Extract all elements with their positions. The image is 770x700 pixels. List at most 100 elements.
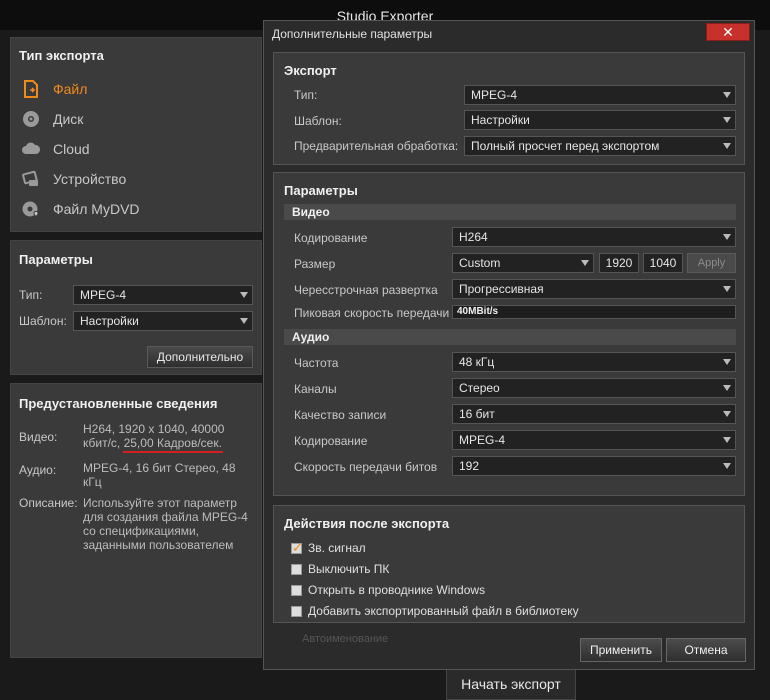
chevron-down-icon	[723, 117, 731, 123]
description-line2: для создания файла MPEG-4	[83, 510, 248, 524]
start-export-button[interactable]: Начать экспорт	[446, 668, 576, 700]
audio-label: Аудио:	[19, 463, 57, 477]
size-select[interactable]: Custom	[452, 253, 594, 273]
type-select[interactable]: MPEG-4	[73, 285, 253, 305]
export-type-panel: Тип экспорта Файл Диск Cloud Устройство …	[10, 37, 262, 232]
bitrate-select[interactable]: 192	[452, 456, 736, 476]
red-underline	[123, 451, 223, 453]
export-type-disc[interactable]: Диск	[21, 108, 83, 130]
export-type-file-label: Файл	[53, 81, 88, 97]
parameters-section: Параметры Видео Кодирование H264 Размер …	[273, 172, 745, 496]
params-panel: Параметры Тип: MPEG-4 Шаблон: Настройки …	[10, 240, 262, 375]
audio-encoding-label: Кодирование	[294, 434, 368, 448]
frequency-label: Частота	[294, 356, 339, 370]
quality-select[interactable]: 16 бит	[452, 404, 736, 424]
type-label: Тип:	[19, 288, 43, 302]
add-to-library-checkbox[interactable]	[291, 606, 302, 617]
dlg-type-value: MPEG-4	[471, 88, 518, 102]
frequency-value: 48 кГц	[459, 355, 495, 369]
encoding-label: Кодирование	[294, 231, 368, 245]
shutdown-label: Выключить ПК	[308, 562, 390, 576]
chevron-down-icon	[723, 385, 731, 391]
device-icon	[21, 169, 41, 189]
size-label: Размер	[294, 257, 336, 271]
video-subheader: Видео	[284, 204, 736, 220]
chevron-down-icon	[723, 437, 731, 443]
params-title: Параметры	[19, 252, 93, 267]
width-input[interactable]: 1920	[599, 253, 639, 273]
description-line1: Используйте этот параметр	[83, 496, 237, 510]
interlace-label: Чересстрочная развертка	[294, 283, 438, 297]
beep-label: Зв. сигнал	[308, 541, 366, 555]
dlg-type-select[interactable]: MPEG-4	[464, 85, 736, 105]
preprocess-select[interactable]: Полный просчет перед экспортом	[464, 136, 736, 156]
interlace-select[interactable]: Прогрессивная	[452, 279, 736, 299]
bitrate-value: 192	[459, 459, 480, 473]
chevron-down-icon	[723, 411, 731, 417]
encoding-select[interactable]: H264	[452, 227, 736, 247]
export-type-mydvd[interactable]: Файл MyDVD	[21, 198, 140, 220]
export-type-device[interactable]: Устройство	[21, 168, 126, 190]
export-type-cloud[interactable]: Cloud	[21, 138, 90, 160]
height-input[interactable]: 1040	[643, 253, 683, 273]
video-label: Видео:	[19, 430, 58, 444]
export-type-title: Тип экспорта	[19, 48, 104, 63]
peak-bitrate-label: Пиковая скорость передачи	[294, 306, 450, 320]
description-line3: со спецификациями,	[83, 524, 200, 538]
channels-value: Стерео	[459, 381, 500, 395]
apply-size-button[interactable]: Apply	[687, 253, 736, 273]
file-icon	[21, 79, 41, 99]
close-icon: ✕	[722, 24, 734, 40]
auto-naming-ghost-text: Автоименование	[302, 633, 389, 645]
audio-encoding-value: MPEG-4	[459, 433, 506, 447]
template-select[interactable]: Настройки	[73, 311, 253, 331]
type-select-value: MPEG-4	[80, 288, 127, 302]
bitrate-label: Скорость передачи битов	[294, 460, 438, 474]
video-info-line2: кбит/с, 25,00 Кадров/сек.	[83, 436, 222, 450]
peak-bitrate-slider[interactable]: 40MBit/s	[452, 305, 736, 319]
description-line4: заданными пользователем	[83, 538, 234, 552]
post-export-section: Действия после экспорта Зв. сигнал Выклю…	[273, 505, 745, 623]
frequency-select[interactable]: 48 кГц	[452, 352, 736, 372]
quality-label: Качество записи	[294, 408, 387, 422]
channels-select[interactable]: Стерео	[452, 378, 736, 398]
dlg-template-select[interactable]: Настройки	[464, 110, 736, 130]
preprocess-value: Полный просчет перед экспортом	[471, 139, 660, 153]
chevron-down-icon	[723, 92, 731, 98]
size-value: Custom	[459, 256, 501, 270]
chevron-down-icon	[723, 286, 731, 292]
audio-info-line2: кГц	[83, 475, 102, 489]
chevron-down-icon	[240, 292, 248, 298]
dialog-title: Дополнительные параметры	[264, 21, 754, 47]
audio-info-line1: MPEG-4, 16 бит Стерео, 48	[83, 461, 236, 475]
open-explorer-checkbox[interactable]	[291, 585, 302, 596]
export-type-disc-label: Диск	[53, 111, 84, 127]
parameters-title: Параметры	[284, 183, 358, 198]
audio-subheader: Аудио	[284, 329, 736, 345]
dlg-template-value: Настройки	[471, 113, 530, 127]
export-section: Экспорт Тип: MPEG-4 Шаблон: Настройки Пр…	[273, 52, 745, 165]
open-explorer-label: Открыть в проводнике Windows	[308, 583, 486, 597]
advanced-settings-dialog: Дополнительные параметры ✕ Экспорт Тип: …	[263, 20, 755, 670]
video-info-line1: H264, 1920 x 1040, 40000	[83, 422, 225, 436]
chevron-down-icon	[723, 463, 731, 469]
audio-encoding-select[interactable]: MPEG-4	[452, 430, 736, 450]
chevron-down-icon	[240, 318, 248, 324]
more-button[interactable]: Дополнительно	[147, 346, 253, 368]
export-type-file[interactable]: Файл	[21, 78, 87, 100]
shutdown-checkbox[interactable]	[291, 564, 302, 575]
dlg-template-label: Шаблон:	[294, 114, 342, 128]
cancel-button[interactable]: Отмена	[666, 638, 746, 662]
description-label: Описание:	[19, 496, 78, 510]
encoding-value: H264	[459, 230, 488, 244]
chevron-down-icon	[723, 359, 731, 365]
beep-checkbox[interactable]	[291, 540, 303, 556]
channels-label: Каналы	[294, 382, 337, 396]
post-export-title: Действия после экспорта	[284, 516, 450, 531]
export-type-mydvd-label: Файл MyDVD	[53, 201, 140, 217]
cloud-icon	[21, 139, 41, 159]
mydvd-icon	[21, 199, 41, 219]
chevron-down-icon	[723, 143, 731, 149]
apply-button[interactable]: Применить	[580, 638, 662, 662]
close-button[interactable]: ✕	[706, 23, 750, 41]
